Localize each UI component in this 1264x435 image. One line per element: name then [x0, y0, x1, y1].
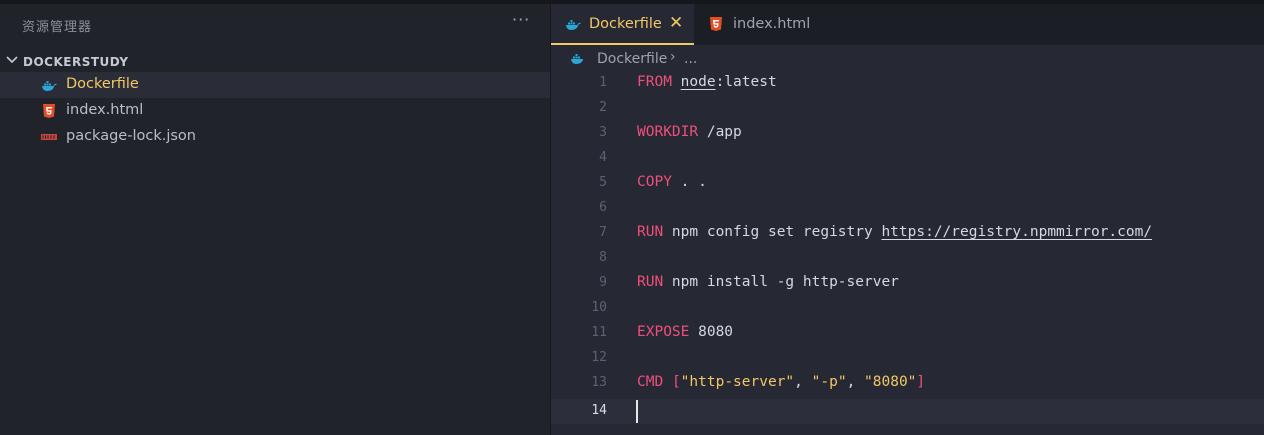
code-args: /app	[698, 124, 742, 140]
keyword: RUN	[637, 224, 664, 240]
code-args: npm install -g http-server	[663, 274, 899, 290]
line-number: 14	[591, 403, 607, 418]
breadcrumb: Dockerfile › ...	[551, 45, 1264, 71]
docker-whale-icon	[42, 81, 57, 91]
folder-dockerstudy[interactable]: DOCKERSTUDY	[0, 50, 550, 74]
code-text: RUN npm install -g http-server	[637, 274, 899, 290]
code-line: 8	[551, 246, 1264, 271]
comma: ,	[846, 374, 865, 390]
code-line: 12	[551, 346, 1264, 371]
string-literal: "-p"	[811, 374, 847, 390]
code-args: 8080	[689, 324, 734, 340]
line-number: 1	[599, 75, 607, 90]
line-number: 9	[599, 275, 607, 290]
code-text: FROM node:latest	[637, 74, 777, 90]
keyword: CMD	[637, 374, 664, 390]
tab-index-html[interactable]: index.html	[694, 4, 822, 45]
code-line: 5 COPY . .	[551, 171, 1264, 196]
line-number: 7	[599, 225, 607, 240]
line-number: 10	[591, 300, 607, 315]
code-text: CMD ["http-server", "-p", "8080"]	[637, 374, 925, 390]
chevron-right-icon: ›	[670, 49, 676, 65]
code-line: 9 RUN npm install -g http-server	[551, 271, 1264, 296]
line-number: 5	[599, 175, 607, 190]
code-line-current: 14	[551, 399, 1264, 424]
docker-whale-icon	[571, 54, 583, 64]
line-number: 11	[591, 325, 607, 340]
keyword: COPY	[637, 174, 672, 190]
line-number: 4	[599, 150, 607, 165]
line-number: 12	[591, 350, 607, 365]
breadcrumb-file[interactable]: Dockerfile	[597, 51, 667, 67]
file-item-package-lock-json[interactable]: package-lock.json	[0, 124, 550, 150]
string-literal: "8080"	[864, 374, 917, 390]
comma: ,	[794, 374, 812, 390]
breadcrumb-more[interactable]: ...	[684, 51, 697, 67]
tab-dockerfile[interactable]: Dockerfile ✕	[551, 4, 694, 45]
code-text: EXPOSE 8080	[637, 324, 733, 340]
line-number: 8	[599, 250, 607, 265]
code-line: 11 EXPOSE 8080	[551, 321, 1264, 346]
file-item-dockerfile[interactable]: Dockerfile	[0, 72, 550, 98]
code-line: 13 CMD ["http-server", "-p", "8080"]	[551, 371, 1264, 396]
registry-url-link[interactable]: https://registry.npmmirror.com/	[881, 224, 1152, 240]
explorer-sidebar: 资源管理器 ··· DOCKERSTUDY Dockerfile index.h…	[0, 4, 551, 435]
code-text: RUN npm config set registry https://regi…	[637, 224, 1152, 240]
editor-tab-bar: Dockerfile ✕ index.html	[551, 4, 1264, 45]
line-number: 2	[599, 100, 607, 115]
code-line: 6	[551, 196, 1264, 221]
docker-whale-icon	[566, 20, 581, 30]
close-icon[interactable]: ✕	[669, 13, 683, 33]
line-number: 6	[599, 200, 607, 215]
code-args: npm config set registry	[663, 224, 882, 240]
file-label: index.html	[66, 102, 144, 118]
more-actions-icon[interactable]: ···	[512, 10, 530, 29]
string-literal: "http-server"	[680, 374, 795, 390]
text-cursor	[636, 400, 638, 423]
code-line: 7 RUN npm config set registry https://re…	[551, 221, 1264, 246]
code-args: . .	[671, 174, 707, 190]
keyword: EXPOSE	[637, 324, 690, 340]
tab-label: Dockerfile	[589, 16, 662, 32]
file-item-index-html[interactable]: index.html	[0, 98, 550, 124]
code-editor[interactable]: 1 FROM node:latest 2 3 WORKDIR /app 4 5 …	[551, 71, 1264, 435]
file-label: Dockerfile	[66, 76, 139, 92]
line-number: 13	[591, 375, 607, 390]
image-tag: :latest	[715, 74, 777, 90]
code-line: 4	[551, 146, 1264, 171]
npm-icon	[41, 134, 57, 140]
line-number: 3	[599, 125, 607, 140]
code-line: 10	[551, 296, 1264, 321]
code-line: 3 WORKDIR /app	[551, 121, 1264, 146]
image-name-link[interactable]: node	[681, 74, 716, 90]
keyword: WORKDIR	[637, 124, 699, 140]
file-label: package-lock.json	[66, 128, 196, 144]
code-line: 1 FROM node:latest	[551, 71, 1264, 96]
html5-icon	[43, 104, 55, 118]
code-line: 2	[551, 96, 1264, 121]
keyword: FROM	[637, 74, 672, 90]
code-text: COPY . .	[637, 174, 707, 190]
bracket-open: [	[671, 374, 681, 390]
keyword: RUN	[637, 274, 664, 290]
explorer-title: 资源管理器	[22, 20, 93, 35]
bracket-close: ]	[916, 374, 926, 390]
chevron-down-icon	[6, 56, 18, 64]
code-text: WORKDIR /app	[637, 124, 742, 140]
html5-icon	[710, 17, 722, 31]
tab-label: index.html	[733, 16, 811, 32]
folder-name: DOCKERSTUDY	[23, 55, 129, 69]
